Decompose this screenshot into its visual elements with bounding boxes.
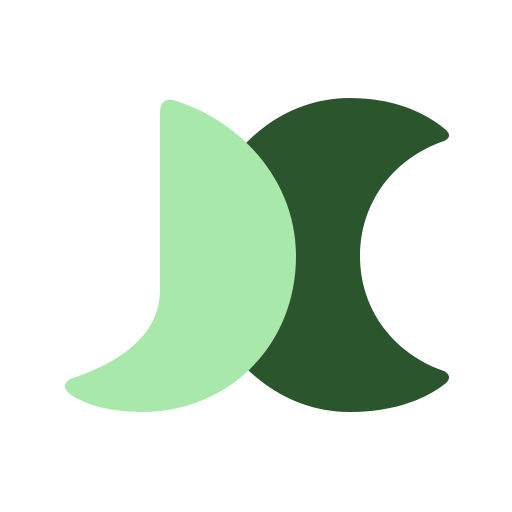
app-icon-canvas	[0, 0, 512, 512]
two-crescent-moons-logo-icon	[65, 98, 450, 412]
